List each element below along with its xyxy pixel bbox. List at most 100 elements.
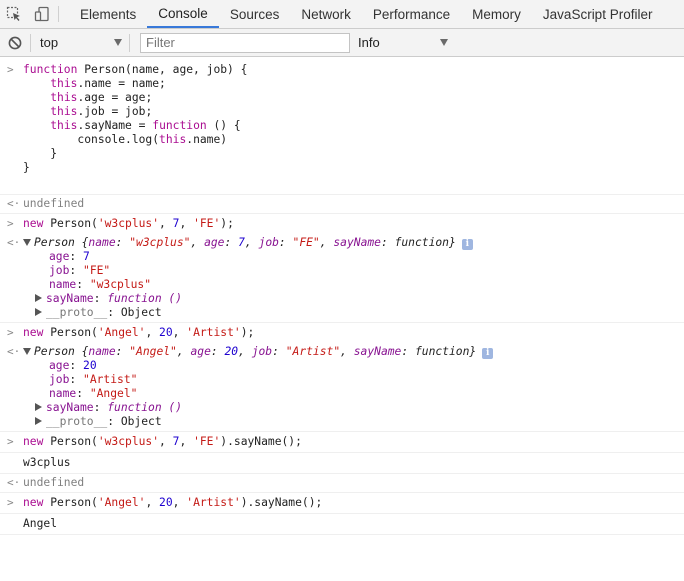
expand-triangle-icon[interactable] [35,308,42,316]
expand-triangle-icon[interactable] [35,294,42,302]
object-property: age: 7 [49,250,90,263]
tab-performance[interactable]: Performance [362,0,461,28]
number-literal: 20 [159,326,173,339]
device-toolbar-icon[interactable] [28,0,56,28]
object-property: name: "w3cplus" [49,278,152,291]
object-summary[interactable]: Person {name: "w3cplus", age: 7, job: "F… [23,236,684,250]
code-text: , [172,326,187,339]
input-prompt-icon: > [7,63,14,76]
code-text: , [159,435,173,448]
object-property: age: 20 [49,359,97,372]
code-line: } [23,147,684,161]
property-value: "FE" [292,236,320,249]
code-text: } [50,147,58,160]
input-prompt-icon: > [7,217,14,230]
object-class-name: Person [34,236,75,249]
property-value: "Artist" [285,345,341,358]
property-key: age [190,345,211,358]
code-text: ).sayName(); [240,496,323,509]
result-value: undefined [23,476,85,489]
output-prompt-icon: <· [7,197,21,210]
console-result: <· undefined [0,474,684,493]
context-select[interactable]: top [31,29,129,57]
code-text: console.log( [77,133,160,146]
console-input: > new Person('w3cplus', 7, 'FE'); [0,214,684,233]
code-line: } [23,161,684,175]
tab-network[interactable]: Network [290,0,362,28]
log-level-select[interactable]: Info [358,29,448,57]
code-text: Person(name, age, job) { [77,63,248,76]
console-log: Angel [0,514,684,535]
object-property[interactable]: __proto__: Object [23,415,684,429]
object-property[interactable]: sayName: function () [23,292,684,306]
keyword: new [23,217,44,230]
property-value: Object [120,415,162,428]
expand-triangle-icon[interactable] [23,239,31,246]
property-value: 20 [224,345,239,358]
string-literal: 'Angel' [97,496,146,509]
keyword: this [50,105,78,118]
clear-console-icon[interactable] [0,29,30,57]
input-prompt-icon: > [7,496,14,509]
output-prompt-icon: <· [7,476,21,489]
chevron-down-icon [440,38,448,46]
property-value: "Angel" [89,387,138,400]
tab-console[interactable]: Console [147,0,219,28]
tab-sources[interactable]: Sources [219,0,291,28]
code-text: , [179,217,194,230]
property-key: age [49,359,70,372]
filter-input[interactable] [140,32,350,53]
code-line: this.job = job; [23,105,684,119]
code-line: new Person('Angel', 20, 'Artist'); [23,326,684,340]
code-text: ); [240,326,255,339]
property-key: age [204,236,225,249]
string-literal: 'w3cplus' [97,435,160,448]
code-text: () { [206,119,241,132]
console-result: <· Person {name: "w3cplus", age: 7, job:… [0,233,684,323]
code-text: .sayName = [77,119,153,132]
keyword: new [23,435,44,448]
property-key: job [49,264,70,277]
expand-triangle-icon[interactable] [35,417,42,425]
code-text: ).sayName(); [220,435,302,448]
console-result: <· Person {name: "Angel", age: 20, job: … [0,342,684,432]
devtools-tab-bar: Elements Console Sources Network Perform… [0,0,684,29]
keyword: function [23,63,78,76]
object-property[interactable]: sayName: function () [23,401,684,415]
string-literal: 'Angel' [97,326,146,339]
code-text: Person( [43,435,98,448]
code-line: this.name = name; [23,77,684,91]
property-value: function () [107,292,183,305]
property-key: name [88,236,116,249]
tab-elements[interactable]: Elements [69,0,147,28]
tab-memory[interactable]: Memory [461,0,532,28]
chevron-down-icon [114,38,122,46]
property-key: job [258,236,279,249]
input-prompt-icon: > [7,435,14,448]
property-value: function [394,236,449,249]
string-literal: 'Artist' [186,496,241,509]
object-property[interactable]: __proto__: Object [23,306,684,320]
tab-javascript-profiler[interactable]: JavaScript Profiler [532,0,664,28]
keyword: this [159,133,187,146]
object-property: job: "FE" [49,264,111,277]
property-value: "Artist" [83,373,138,386]
property-value: "FE" [83,264,111,277]
info-icon[interactable]: i [482,348,494,359]
code-text: .name) [186,133,228,146]
keyword: function [152,119,207,132]
expand-triangle-icon[interactable] [23,348,31,355]
log-level-value: Info [358,35,380,50]
output-prompt-icon: <· [7,236,21,249]
object-property: name: "Angel" [49,387,138,400]
property-key: name [88,345,116,358]
property-value: "w3cplus" [89,278,152,291]
filter-separator [129,33,130,52]
object-summary[interactable]: Person {name: "Angel", age: 20, job: "Ar… [23,345,684,359]
property-value: 20 [83,359,97,372]
keyword: this [50,119,78,132]
property-key: sayName [46,292,94,305]
info-icon[interactable]: i [461,239,473,250]
expand-triangle-icon[interactable] [35,403,42,411]
inspect-element-icon[interactable] [0,0,28,28]
